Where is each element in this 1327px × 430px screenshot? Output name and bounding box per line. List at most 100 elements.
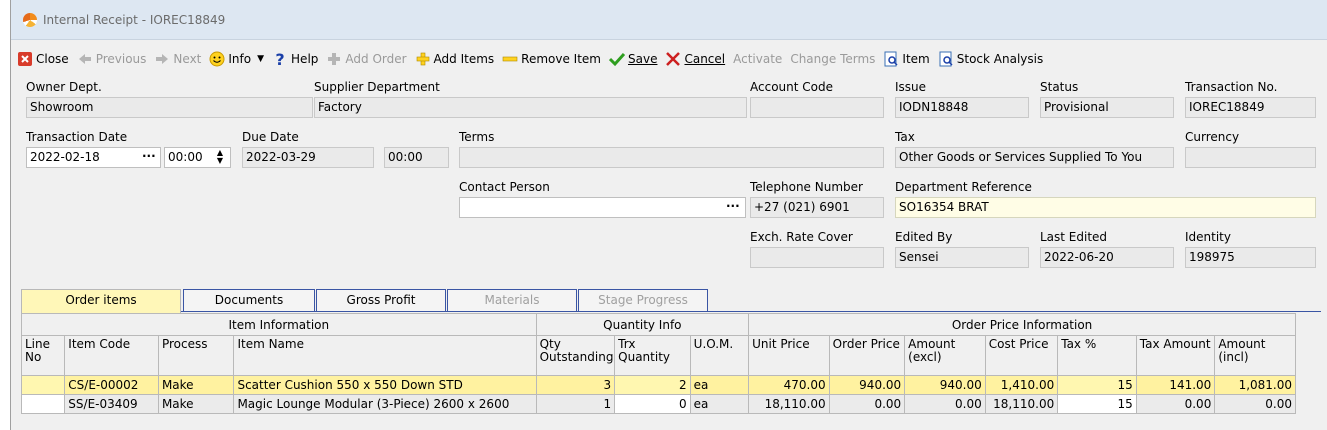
help-button[interactable]: ? Help <box>268 48 322 70</box>
add-order-button[interactable]: Add Order <box>322 48 410 70</box>
cell-line-no[interactable] <box>20 394 66 414</box>
stock-analysis-icon <box>938 51 954 67</box>
cell-uom[interactable]: ea <box>689 394 750 414</box>
column-header-item-code[interactable]: Item Code <box>64 335 159 376</box>
cell-tax-pct[interactable]: 15 <box>1057 375 1137 395</box>
previous-button[interactable]: Previous <box>73 48 151 70</box>
cell-trx-quantity[interactable]: 2 <box>614 375 691 395</box>
status-label: Status <box>1040 80 1079 94</box>
tax-field[interactable]: Other Goods or Services Supplied To You <box>895 147 1174 168</box>
cell-qty-outstanding[interactable]: 1 <box>535 394 616 414</box>
telephone-number-field[interactable]: +27 (021) 6901 <box>750 197 884 218</box>
currency-label: Currency <box>1185 130 1240 144</box>
column-header-tax-pct[interactable]: Tax % <box>1057 335 1137 376</box>
terms-label: Terms <box>459 130 495 144</box>
cell-cost-price[interactable]: 18,110.00 <box>984 394 1059 414</box>
column-header-qty-outstanding[interactable]: Qty Outstanding <box>535 335 616 376</box>
cell-qty-outstanding[interactable]: 3 <box>535 375 616 395</box>
contact-person-field[interactable] <box>459 197 746 218</box>
smiley-info-icon <box>209 51 225 67</box>
info-button[interactable]: Info ▼ <box>205 48 268 70</box>
column-header-trx-quantity[interactable]: Trx Quantity <box>614 335 691 376</box>
cell-tax-pct[interactable]: 15 <box>1057 394 1137 414</box>
add-items-button[interactable]: Add Items <box>411 48 499 70</box>
activate-button[interactable]: Activate <box>729 48 786 70</box>
cell-unit-price[interactable]: 18,110.00 <box>748 394 830 414</box>
column-header-process[interactable]: Process <box>157 335 235 376</box>
column-header-tax-amount[interactable]: Tax Amount <box>1135 335 1216 376</box>
account-code-field[interactable] <box>750 97 884 118</box>
cell-tax-amount[interactable]: 0.00 <box>1135 394 1216 414</box>
tab-stage-progress[interactable]: Stage Progress <box>578 289 708 312</box>
cell-amount-excl[interactable]: 0.00 <box>904 394 986 414</box>
dropdown-arrow-icon[interactable]: ▼ <box>257 54 264 64</box>
cell-order-price[interactable]: 0.00 <box>828 394 906 414</box>
tab-order-items[interactable]: Order items <box>21 289 181 313</box>
column-header-uom[interactable]: U.O.M. <box>689 335 750 376</box>
transaction-date-field[interactable]: 2022-02-18 <box>26 147 161 168</box>
title-bar: Internal Receipt - IOREC18849 <box>11 0 1327 40</box>
tab-documents[interactable]: Documents <box>183 289 315 312</box>
transaction-no-field[interactable]: IOREC18849 <box>1185 97 1316 118</box>
cell-amount-incl[interactable]: 0.00 <box>1214 394 1296 414</box>
currency-field[interactable] <box>1185 147 1316 168</box>
stock-analysis-button[interactable]: Stock Analysis <box>934 48 1047 70</box>
column-header-item-name[interactable]: Item Name <box>233 335 537 376</box>
cell-item-code[interactable]: CS/E-00002 <box>64 375 159 395</box>
last-edited-field[interactable]: 2022-06-20 <box>1040 247 1174 268</box>
cell-item-name[interactable]: Scatter Cushion 550 x 550 Down STD <box>233 375 537 395</box>
cancel-button[interactable]: Cancel <box>661 48 729 70</box>
table-row[interactable]: CS/E-00002 Make Scatter Cushion 550 x 55… <box>20 375 1296 395</box>
exch-rate-cover-label: Exch. Rate Cover <box>750 230 853 244</box>
app-icon <box>23 12 37 27</box>
identity-field[interactable]: 198975 <box>1185 247 1316 268</box>
department-reference-field[interactable]: SO16354 BRAT <box>895 197 1316 218</box>
due-date-field[interactable]: 2022-03-29 <box>242 147 374 168</box>
cell-line-no[interactable] <box>20 375 66 395</box>
issue-field[interactable]: IODN18848 <box>895 97 1029 118</box>
change-terms-button[interactable]: Change Terms <box>786 48 879 70</box>
cell-order-price[interactable]: 940.00 <box>828 375 906 395</box>
owner-dept-field[interactable]: Showroom <box>26 97 313 118</box>
terms-field[interactable] <box>459 147 884 168</box>
cell-item-name[interactable]: Magic Lounge Modular (3-Piece) 2600 x 26… <box>233 394 537 414</box>
contact-picker-icon[interactable]: ··· <box>726 199 740 213</box>
cell-uom[interactable]: ea <box>689 375 750 395</box>
column-header-line-no[interactable]: Line No <box>20 335 66 376</box>
cell-trx-quantity[interactable]: 0 <box>614 394 691 414</box>
column-header-order-price[interactable]: Order Price <box>828 335 906 376</box>
status-field[interactable]: Provisional <box>1040 97 1174 118</box>
time-spinner-icon[interactable]: ▲ ▼ <box>215 149 225 165</box>
date-picker-icon[interactable]: ··· <box>142 149 156 163</box>
remove-item-button[interactable]: Remove Item <box>498 48 605 70</box>
cell-amount-excl[interactable]: 940.00 <box>904 375 986 395</box>
cell-item-code[interactable]: SS/E-03409 <box>64 394 159 414</box>
column-header-cost-price[interactable]: Cost Price <box>984 335 1059 376</box>
column-header-amount-excl[interactable]: Amount (excl) <box>904 335 986 376</box>
account-code-label: Account Code <box>750 80 833 94</box>
column-header-amount-incl[interactable]: Amount (incl) <box>1214 335 1296 376</box>
tab-strip: Order items Documents Gross Profit Mater… <box>21 289 1321 313</box>
internal-receipt-window: Internal Receipt - IOREC18849 Close Prev… <box>10 0 1327 430</box>
cell-cost-price[interactable]: 1,410.00 <box>984 375 1059 395</box>
supplier-department-field[interactable]: Factory <box>314 97 747 118</box>
cell-tax-amount[interactable]: 141.00 <box>1135 375 1216 395</box>
due-time-field[interactable]: 00:00 <box>384 147 449 168</box>
exch-rate-cover-field[interactable] <box>750 247 884 268</box>
cell-amount-incl[interactable]: 1,081.00 <box>1214 375 1296 395</box>
due-date-label: Due Date <box>242 130 299 144</box>
tab-gross-profit[interactable]: Gross Profit <box>316 289 446 312</box>
column-header-unit-price[interactable]: Unit Price <box>748 335 830 376</box>
item-button[interactable]: Item <box>879 48 933 70</box>
tab-materials[interactable]: Materials <box>447 289 577 312</box>
issue-label: Issue <box>895 80 927 94</box>
table-row[interactable]: SS/E-03409 Make Magic Lounge Modular (3-… <box>20 394 1296 414</box>
save-button[interactable]: Save <box>605 48 661 70</box>
edited-by-field[interactable]: Sensei <box>895 247 1029 268</box>
next-button[interactable]: Next <box>150 48 205 70</box>
cell-process[interactable]: Make <box>157 375 235 395</box>
cell-unit-price[interactable]: 470.00 <box>748 375 830 395</box>
close-button[interactable]: Close <box>13 48 73 70</box>
cell-process[interactable]: Make <box>157 394 235 414</box>
minus-icon <box>502 51 518 67</box>
